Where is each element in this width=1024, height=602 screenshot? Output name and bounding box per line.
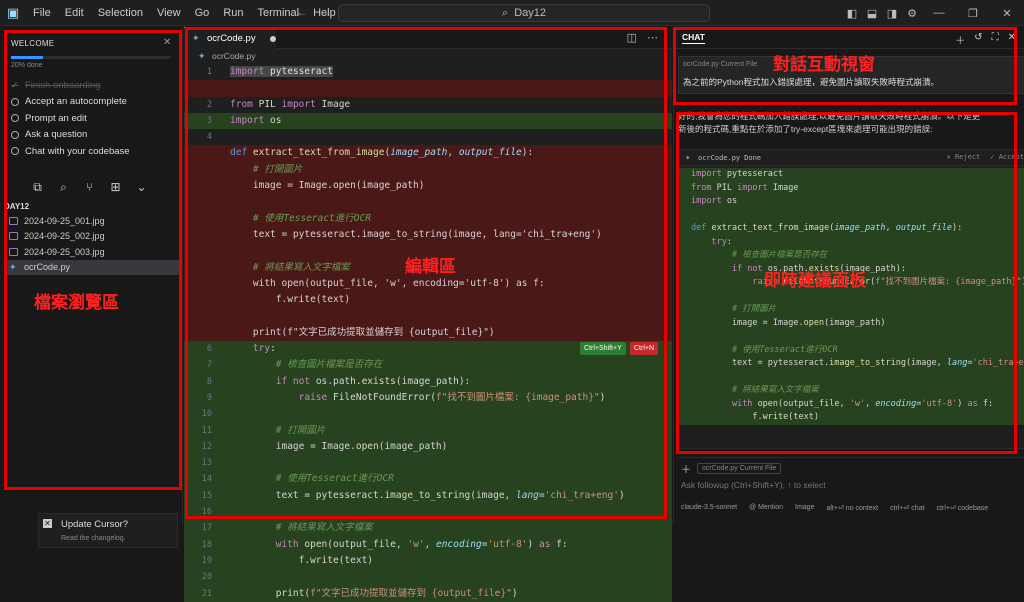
nav-arrows: ← → xyxy=(296,5,334,19)
minimize-icon[interactable]: — xyxy=(922,7,956,19)
annotation-files-label: 檔案瀏覽區 xyxy=(34,293,119,312)
menu-view[interactable]: View xyxy=(150,7,188,19)
title-bar: ▣ File Edit Selection View Go Run Termin… xyxy=(0,0,1024,26)
context-file-chip[interactable]: ocrCode.py Current File xyxy=(697,463,782,474)
command-search[interactable]: ⌕ Day12 xyxy=(338,4,710,22)
model-selector[interactable]: claude-3.5-sonnet xyxy=(681,504,737,512)
code-line: 20 xyxy=(184,569,672,586)
forward-arrow-icon[interactable]: → xyxy=(322,5,334,19)
chat-footer: claude-3.5-sonnet @ Mention Image alt+⏎ … xyxy=(681,504,1024,512)
chat-input-placeholder[interactable]: Ask followup (Ctrl+Shift+Y), ↑ to select xyxy=(681,480,826,490)
close-window-icon[interactable]: ✕ xyxy=(990,7,1024,20)
menu-selection[interactable]: Selection xyxy=(91,7,150,19)
code-line: 21 print(f"文字已成功提取並儲存到 {output_file}") xyxy=(184,585,672,602)
update-notification[interactable]: ✕ Update Cursor? Read the changelog. xyxy=(38,513,178,548)
changelog-link[interactable]: Read the changelog. xyxy=(61,535,126,542)
annotation-suggestion-label: 即時建議面板 xyxy=(764,271,866,290)
context-chips: ＋ ocrCode.py Current File xyxy=(681,461,782,476)
annotation-box-files xyxy=(4,30,182,490)
window-controls: ◧ ⬓ ◨ ⚙ — ❐ ✕ xyxy=(842,0,1024,26)
annotation-editor-label: 編輯區 xyxy=(405,257,456,276)
mention-button[interactable]: @ Mention xyxy=(749,504,783,512)
settings-gear-icon[interactable]: ⚙ xyxy=(902,7,922,20)
back-arrow-icon[interactable]: ← xyxy=(296,5,308,19)
toggle-secondary-sidebar-icon[interactable]: ◨ xyxy=(882,7,902,20)
search-icon: ⌕ xyxy=(502,6,509,19)
toggle-sidebar-icon[interactable]: ◧ xyxy=(842,7,862,20)
chat-hint[interactable]: ctrl+⏎ chat xyxy=(890,504,924,512)
menu-go[interactable]: Go xyxy=(188,7,217,19)
image-button[interactable]: Image xyxy=(795,504,814,512)
codebase-hint[interactable]: ctrl+⏎ codebase xyxy=(937,504,989,512)
code-line: 18 with open(output_file, 'w', encoding=… xyxy=(184,536,672,553)
update-title: Update Cursor? xyxy=(61,519,129,530)
code-line: 17 # 將結果寫入文字檔案 xyxy=(184,520,672,537)
menu-run[interactable]: Run xyxy=(216,7,250,19)
search-text: Day12 xyxy=(514,7,546,19)
menu-file[interactable]: File xyxy=(26,7,58,19)
restore-icon[interactable]: ❐ xyxy=(956,7,990,20)
annotation-chat-label: 對話互動視窗 xyxy=(773,55,875,74)
chat-input-area[interactable]: ＋ ocrCode.py Current File Ask followup (… xyxy=(678,457,1024,523)
toggle-panel-icon[interactable]: ⬓ xyxy=(862,7,882,20)
code-line: 19 f.write(text) xyxy=(184,552,672,570)
cursor-app-icon[interactable]: ▣ xyxy=(0,0,26,26)
menu-edit[interactable]: Edit xyxy=(58,7,91,19)
add-context-plus-icon[interactable]: ＋ xyxy=(681,461,691,476)
no-context-hint[interactable]: alt+⏎ no context xyxy=(826,504,878,512)
